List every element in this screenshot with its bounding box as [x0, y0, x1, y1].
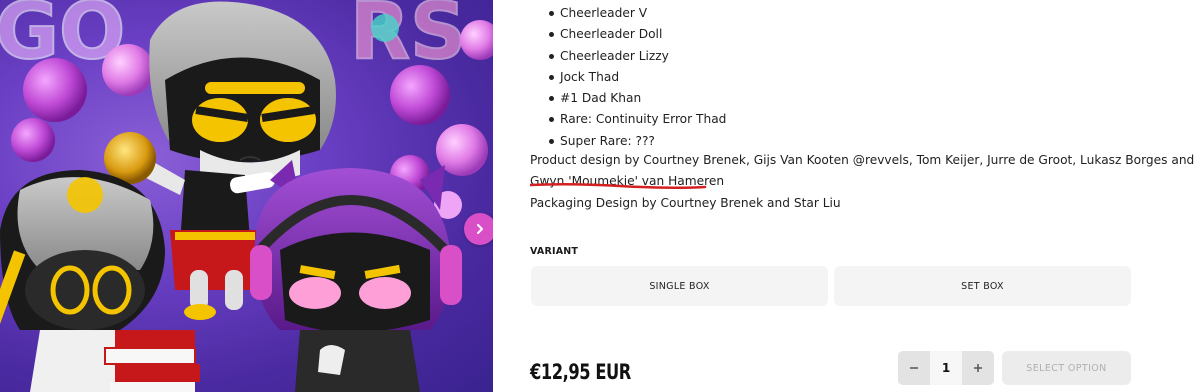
variant-set-box-button[interactable]: SET BOX	[834, 266, 1131, 306]
variant-single-box-button[interactable]: SINGLE BOX	[531, 266, 828, 306]
packaging-design-credit: Packaging Design by Courtney Brenek and …	[530, 195, 841, 210]
minus-icon	[910, 367, 918, 369]
list-item: Cheerleader Doll	[530, 24, 726, 45]
product-price: €12,95 EUR	[530, 360, 631, 384]
product-image[interactable]: GO RS	[0, 0, 493, 392]
select-option-button[interactable]: SELECT OPTION	[1002, 351, 1131, 385]
list-item: #1 Dad Khan	[530, 88, 726, 109]
quantity-increase-button[interactable]	[962, 351, 994, 385]
chevron-right-icon	[477, 224, 483, 234]
list-item: Cheerleader Lizzy	[530, 46, 726, 67]
product-illustration: GO RS	[0, 0, 493, 392]
svg-text:RS: RS	[350, 0, 466, 77]
product-design-credit: Product design by Courtney Brenek, Gijs …	[530, 153, 1195, 167]
figure-cheerleader-lizzy	[250, 160, 462, 392]
list-item: Super Rare: ???	[530, 131, 726, 152]
figure-list: Cheerleader V Cheerleader Doll Cheerlead…	[530, 3, 726, 152]
plus-icon	[974, 364, 982, 372]
list-item: Jock Thad	[530, 67, 726, 88]
list-item: Rare: Continuity Error Thad	[530, 109, 726, 130]
next-image-button[interactable]	[464, 213, 493, 245]
quantity-stepper: 1	[898, 351, 994, 385]
figure-cheerleader-doll	[0, 170, 200, 392]
quantity-decrease-button[interactable]	[898, 351, 930, 385]
variant-label: VARIANT	[530, 246, 579, 257]
list-item: Cheerleader V	[530, 3, 726, 24]
red-underline-annotation	[530, 182, 707, 190]
quantity-value[interactable]: 1	[930, 351, 962, 385]
